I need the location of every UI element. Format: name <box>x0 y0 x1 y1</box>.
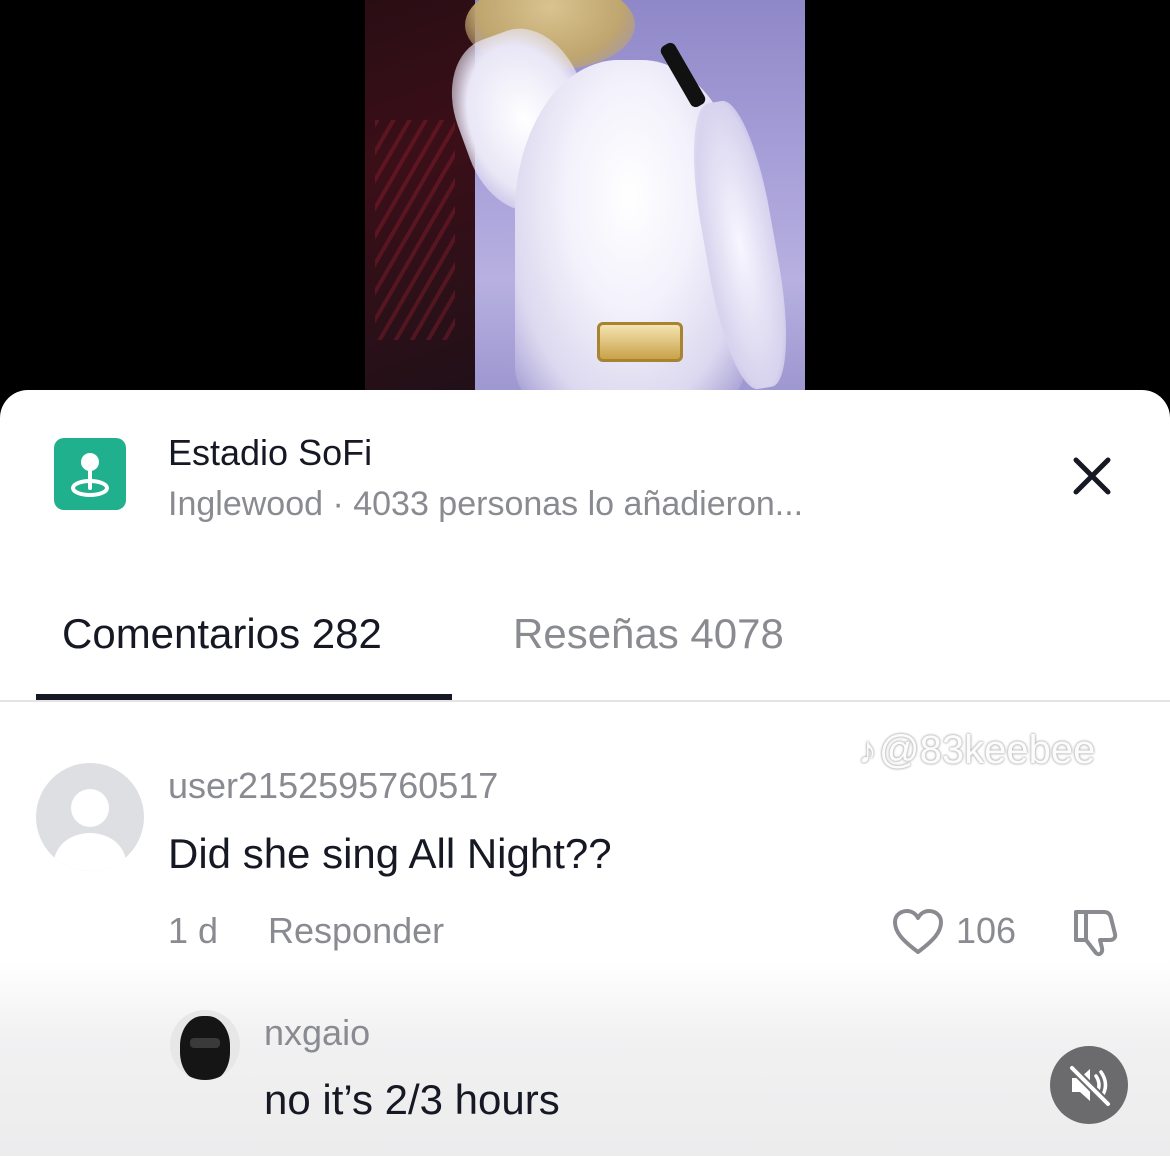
location-sheet: Estadio SoFi Inglewood · 4033 personas l… <box>0 390 1170 1156</box>
tab-comments[interactable]: Comentarios 282 <box>62 610 382 658</box>
video-player[interactable] <box>0 0 1170 400</box>
comment-username[interactable]: user2152595760517 <box>168 765 498 807</box>
reply-thread: nxgaio no it’s 2/3 hours <box>0 960 1170 1156</box>
tiktok-icon: ♪ <box>858 730 877 772</box>
reply-button[interactable]: Responder <box>268 910 444 952</box>
reply-text: no it’s 2/3 hours <box>264 1076 560 1123</box>
watermark: ♪@83keebee <box>858 728 1095 773</box>
speaker-muted-icon <box>1068 1064 1112 1108</box>
avatar[interactable] <box>170 1010 240 1080</box>
default-avatar-icon <box>71 789 109 827</box>
reply-username[interactable]: nxgaio <box>264 1012 370 1054</box>
reply-avatar-glasses <box>190 1038 220 1048</box>
location-name[interactable]: Estadio SoFi <box>168 432 372 474</box>
video-frame <box>365 0 805 400</box>
belt-buckle <box>597 322 683 362</box>
close-icon <box>1073 457 1111 495</box>
tab-bar: Comentarios 282 Reseñas 4078 <box>0 600 1170 702</box>
location-pin-icon <box>54 438 126 510</box>
comment-timestamp: 1 d <box>168 910 219 951</box>
comment-text: Did she sing All Night?? <box>168 830 612 877</box>
location-meta: Inglewood · 4033 personas lo añadieron..… <box>168 485 804 523</box>
close-button[interactable] <box>1064 448 1120 504</box>
default-avatar-shoulders <box>54 833 126 871</box>
heart-icon[interactable] <box>892 908 944 956</box>
avatar[interactable] <box>36 763 144 871</box>
mute-button[interactable] <box>1050 1046 1128 1124</box>
dislike-icon[interactable] <box>1070 906 1124 958</box>
divider <box>0 700 1170 702</box>
reply-avatar-figure <box>180 1016 230 1080</box>
tab-reviews[interactable]: Reseñas 4078 <box>513 610 784 658</box>
like-count: 106 <box>956 910 1017 951</box>
watermark-handle: @83keebee <box>879 728 1096 772</box>
